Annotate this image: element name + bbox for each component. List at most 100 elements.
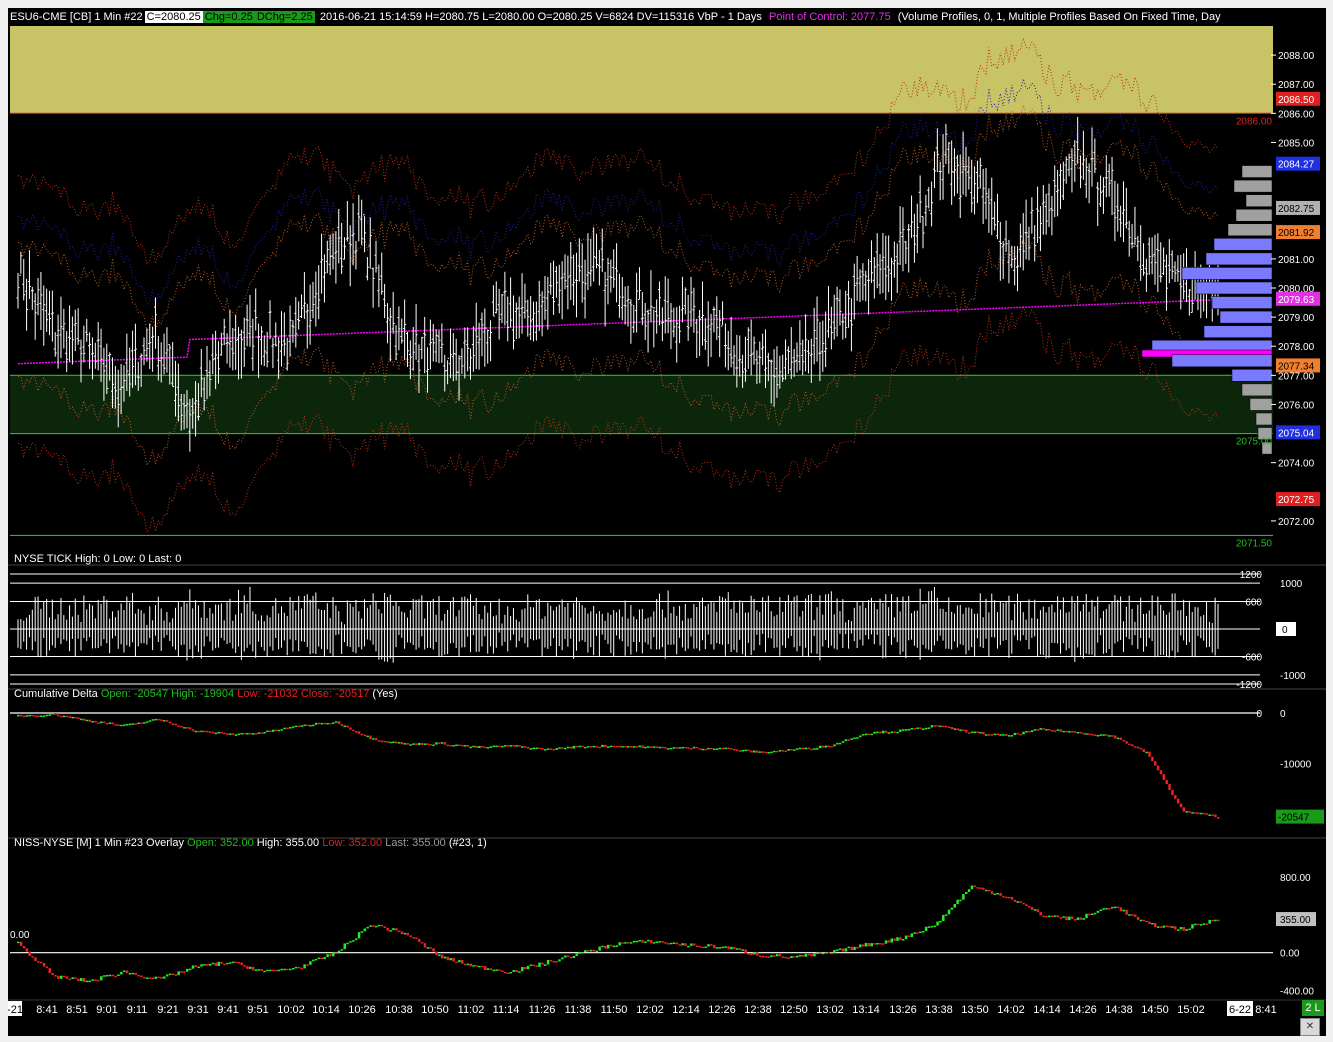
delta-candle <box>1111 735 1114 737</box>
delta-candle <box>638 745 641 748</box>
niss-candle <box>42 963 46 967</box>
delta-candle <box>1019 733 1022 736</box>
niss-candle <box>864 942 868 947</box>
niss-candle <box>1102 908 1105 910</box>
niss-candle <box>168 973 172 976</box>
niss-candle <box>274 969 278 972</box>
niss-candle <box>1125 909 1128 915</box>
price-tick-label: 2086.00 <box>1278 109 1315 120</box>
niss-candle <box>231 961 235 964</box>
delta-candle <box>237 733 241 736</box>
niss-candle <box>120 971 123 975</box>
delta-candle <box>1179 803 1183 808</box>
niss-candle <box>1079 917 1083 920</box>
delta-candle <box>429 744 432 746</box>
delta-candle <box>183 727 186 729</box>
delta-candle <box>191 729 195 732</box>
time-axis-label: 14:14 <box>1033 1004 1061 1016</box>
niss-candle <box>151 977 155 980</box>
niss-candle <box>160 976 163 979</box>
delta-candle <box>566 746 570 749</box>
volume-profile-bar <box>1227 223 1273 237</box>
niss-candle <box>841 948 845 952</box>
delta-candle <box>111 722 115 725</box>
delta-candle <box>68 716 72 718</box>
niss-candle <box>223 963 226 966</box>
delta-candle <box>1033 729 1037 731</box>
niss-candle <box>758 955 762 957</box>
niss-candle <box>183 971 186 973</box>
niss-candle <box>455 961 458 964</box>
delta-candle <box>939 725 942 728</box>
niss-candle <box>1208 919 1211 924</box>
delta-candle <box>818 745 822 749</box>
delta-candle <box>415 743 418 746</box>
niss-candle <box>438 954 441 957</box>
volume-profile-bar <box>1203 325 1273 338</box>
delta-candle <box>795 748 799 750</box>
niss-candle <box>509 971 513 974</box>
niss-candle <box>31 956 34 958</box>
delta-candle <box>501 745 504 748</box>
niss-candle <box>578 952 581 954</box>
delta-candle <box>1168 784 1171 791</box>
niss-candle <box>721 946 725 949</box>
delta-candle <box>821 745 825 748</box>
delta-candle <box>847 739 851 741</box>
delta-candle <box>1042 728 1045 730</box>
niss-candle <box>964 891 968 895</box>
delta-candle <box>254 733 258 735</box>
niss-candle <box>122 970 126 972</box>
niss-candle <box>589 949 593 952</box>
niss-candle <box>778 954 782 957</box>
price-badge-label: 2077.34 <box>1278 361 1315 372</box>
delta-candle <box>950 727 954 730</box>
price-badge-label: 2086.50 <box>1278 95 1315 106</box>
chart-canvas[interactable]: 2088.002087.002086.002085.002081.002080.… <box>8 8 1326 1036</box>
delta-candle <box>228 733 232 735</box>
delta-candle <box>197 730 200 733</box>
niss-candle <box>996 892 999 895</box>
niss-candle <box>1136 916 1140 920</box>
delta-candle <box>518 745 521 747</box>
niss-candle <box>392 928 395 931</box>
delta-candle <box>94 720 97 723</box>
chart-scroll-button[interactable]: ✕ <box>1300 1018 1320 1036</box>
niss-candle <box>1010 896 1014 900</box>
niss-candle <box>1093 912 1097 915</box>
delta-candle <box>867 733 871 736</box>
delta-candle <box>1068 731 1071 733</box>
price-tick-label: 2076.00 <box>1278 400 1315 411</box>
delta-axis-label: 0 <box>1256 709 1262 720</box>
niss-candle <box>311 959 315 962</box>
niss-candle <box>1162 925 1166 928</box>
tick-axis-label: 600 <box>1245 598 1262 609</box>
delta-candle <box>1153 761 1157 766</box>
delta-candle <box>1136 746 1140 749</box>
niss-candle <box>140 975 143 978</box>
delta-candle <box>755 750 759 753</box>
delta-candle <box>271 729 275 732</box>
delta-candle <box>472 745 475 748</box>
delta-candle <box>403 743 407 745</box>
delta-candle <box>34 715 37 717</box>
delta-candle <box>291 726 295 728</box>
niss-candle <box>793 956 796 958</box>
delta-candle <box>730 748 733 750</box>
delta-candle <box>458 744 461 747</box>
delta-candle <box>1027 730 1031 733</box>
delta-axis-label: -10000 <box>1280 759 1312 770</box>
niss-candle <box>440 954 444 959</box>
delta-candle <box>62 715 66 718</box>
chart-header: ESU6-CME [CB] 1 Min #22 C=2080.25 Chg=0.25… <box>8 8 1326 26</box>
niss-candle <box>649 939 653 944</box>
time-axis-label: 10:02 <box>277 1004 305 1016</box>
niss-candle <box>847 946 851 949</box>
volume-profile-bar <box>1171 354 1273 368</box>
delta-candle <box>357 731 361 734</box>
delta-candle <box>549 748 553 750</box>
niss-candle <box>1145 920 1148 923</box>
niss-candle <box>1188 928 1191 931</box>
price-tick-label: 2087.00 <box>1278 80 1315 91</box>
delta-candle <box>538 747 541 750</box>
